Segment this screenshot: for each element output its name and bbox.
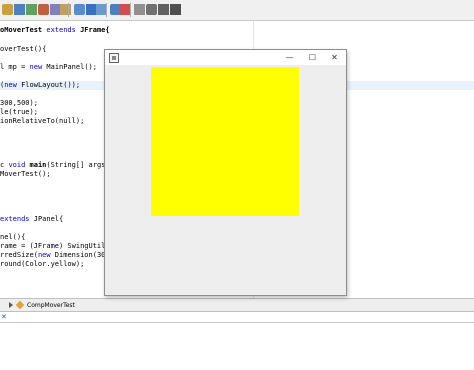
toolbar-separator xyxy=(130,3,131,17)
toolbar-separator xyxy=(106,3,107,17)
class-icon xyxy=(15,300,25,310)
code-line: rame = (JFrame) SwingUtili xyxy=(0,242,110,250)
toolbar-separator xyxy=(68,3,69,17)
toggle-output-icon[interactable] xyxy=(170,4,181,15)
debug-icon[interactable] xyxy=(134,4,145,15)
code-line: (new FlowLayout()); xyxy=(0,81,81,89)
tab-label: CompMoverTest xyxy=(27,301,75,309)
code-line: rredSize(new Dimension(300, xyxy=(0,251,114,259)
code-line: nel(){ xyxy=(0,233,26,241)
code-line: MoverTest(); xyxy=(0,170,51,178)
undo-icon[interactable] xyxy=(26,4,37,15)
maximize-button[interactable]: ☐ xyxy=(301,50,324,65)
jframe-window[interactable]: — ☐ ✕ xyxy=(104,49,347,296)
window-titlebar[interactable]: — ☐ ✕ xyxy=(105,50,346,65)
code-line: c void main(String[] args) xyxy=(0,161,110,169)
code-line: overTest(){ xyxy=(0,45,47,53)
minimize-button[interactable]: — xyxy=(278,50,301,65)
tab-arrow-icon xyxy=(9,302,13,308)
code-line: ionRelativeTo(null); xyxy=(0,117,85,125)
code-line: extends JPanel{ xyxy=(0,215,64,223)
main-panel[interactable] xyxy=(151,67,299,216)
close-icon[interactable]: ✕ xyxy=(1,313,7,321)
editor-tab-bar: CompMoverTest xyxy=(0,298,474,312)
java-app-icon xyxy=(109,53,119,63)
stop-icon[interactable] xyxy=(158,4,169,15)
open-file-icon[interactable] xyxy=(2,4,13,15)
code-line: round(Color.yellow); xyxy=(0,260,85,268)
ide-toolbar xyxy=(0,0,474,21)
tab-compmovertest[interactable]: CompMoverTest xyxy=(9,300,75,310)
copy-icon[interactable] xyxy=(60,4,71,15)
output-tab-row: ✕ xyxy=(0,312,474,323)
code-line: oMoverTest extends JFrame{ xyxy=(0,26,110,34)
code-line: 300,500); xyxy=(0,99,38,107)
save-icon[interactable] xyxy=(14,4,25,15)
code-line: le(true); xyxy=(0,108,38,116)
close-button[interactable]: ✕ xyxy=(323,50,346,65)
code-line: l mp = new MainPanel(); xyxy=(0,63,97,71)
step-icon[interactable] xyxy=(146,4,157,15)
paste-icon[interactable] xyxy=(74,4,85,15)
redo-icon[interactable] xyxy=(38,4,49,15)
